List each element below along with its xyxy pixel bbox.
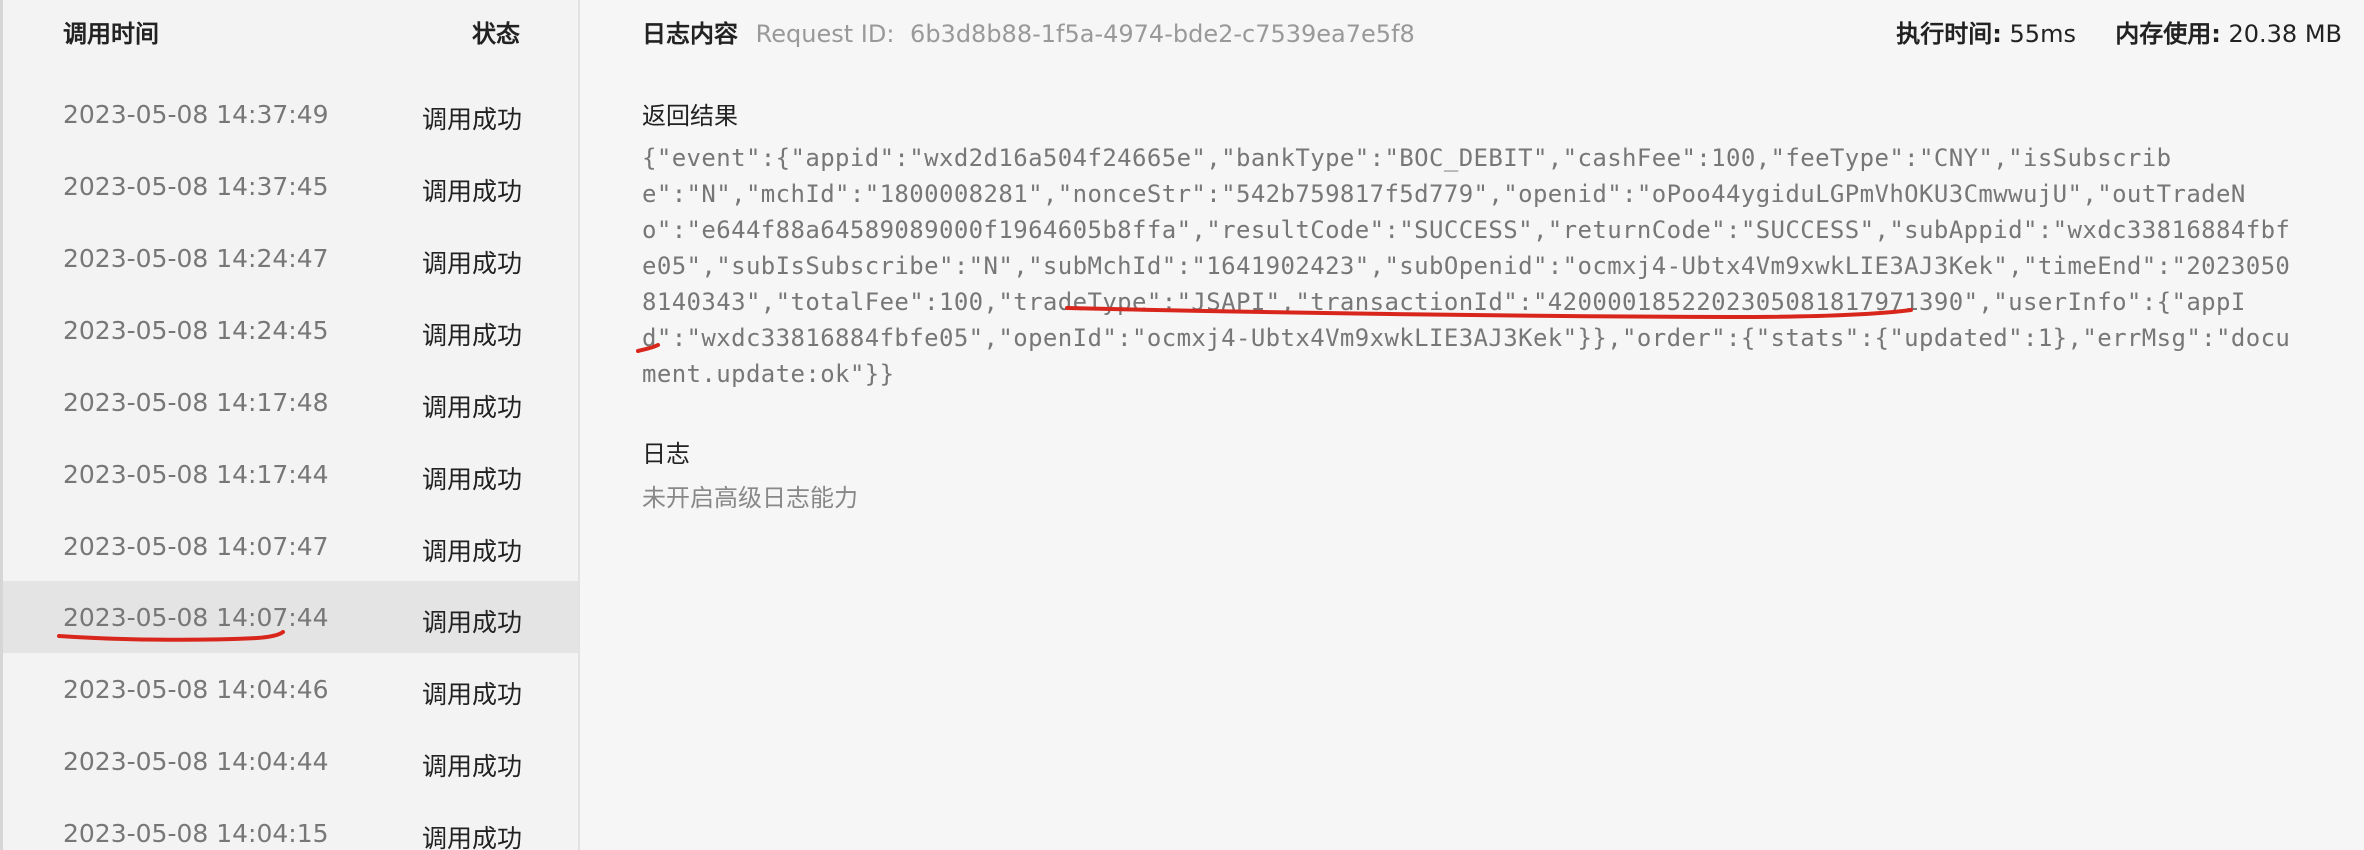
row-time: 2023-05-08 14:17:48 bbox=[63, 388, 329, 417]
row-time: 2023-05-08 14:04:44 bbox=[63, 747, 329, 776]
row-status: 调用成功 bbox=[421, 249, 522, 278]
column-header-time: 调用时间 bbox=[63, 20, 159, 48]
row-status: 调用成功 bbox=[421, 177, 522, 206]
row-status: 调用成功 bbox=[421, 105, 522, 134]
list-item[interactable]: 2023-05-08 14:24:47 调用成功 bbox=[3, 222, 578, 294]
result-section-title: 返回结果 bbox=[642, 102, 738, 130]
request-id-value[interactable]: 6b3d8b88-1f5a-4974-bde2-c7539ea7e5f8 bbox=[910, 20, 1415, 48]
red-annotation-marks bbox=[636, 306, 1913, 353]
list-item[interactable]: 2023-05-08 14:37:49 调用成功 bbox=[3, 78, 578, 150]
row-status: 调用成功 bbox=[421, 824, 522, 850]
row-status: 调用成功 bbox=[421, 393, 522, 422]
row-time: 2023-05-08 14:24:45 bbox=[63, 316, 329, 345]
memory-label: 内存使用: bbox=[2115, 20, 2221, 48]
row-time: 2023-05-08 14:24:47 bbox=[63, 244, 329, 273]
list-item-selected[interactable]: 2023-05-08 14:07:44 调用成功 bbox=[3, 581, 578, 653]
execution-metrics: 执行时间: 55ms 内存使用: 20.38 MB bbox=[1896, 14, 2342, 49]
log-header: 日志内容 Request ID: 6b3d8b88-1f5a-4974-bde2… bbox=[642, 14, 1415, 49]
list-item[interactable]: 2023-05-08 14:17:44 调用成功 bbox=[3, 438, 578, 510]
list-item[interactable]: 2023-05-08 14:04:46 调用成功 bbox=[3, 653, 578, 725]
row-status: 调用成功 bbox=[421, 608, 522, 637]
row-status: 调用成功 bbox=[421, 680, 522, 709]
request-id-label: Request ID: bbox=[755, 20, 895, 48]
list-item[interactable]: 2023-05-08 14:07:47 调用成功 bbox=[3, 510, 578, 582]
column-header-status: 状态 bbox=[472, 20, 520, 48]
row-time: 2023-05-08 14:37:45 bbox=[63, 172, 329, 201]
list-item[interactable]: 2023-05-08 14:04:15 调用成功 bbox=[3, 797, 578, 850]
memory-value: 20.38 MB bbox=[2228, 20, 2342, 48]
row-time: 2023-05-08 14:04:15 bbox=[63, 819, 329, 848]
list-item[interactable]: 2023-05-08 14:17:48 调用成功 bbox=[3, 366, 578, 438]
log-detail-panel: 日志内容 Request ID: 6b3d8b88-1f5a-4974-bde2… bbox=[580, 0, 2364, 850]
list-item[interactable]: 2023-05-08 14:24:45 调用成功 bbox=[3, 294, 578, 366]
row-status: 调用成功 bbox=[421, 537, 522, 566]
log-content-title: 日志内容 bbox=[642, 20, 738, 48]
log-disabled-note: 未开启高级日志能力 bbox=[642, 484, 858, 512]
row-status: 调用成功 bbox=[421, 752, 522, 781]
list-item[interactable]: 2023-05-08 14:04:44 调用成功 bbox=[3, 725, 578, 797]
row-status: 调用成功 bbox=[421, 465, 522, 494]
exec-time-label: 执行时间: bbox=[1896, 20, 2002, 48]
row-time: 2023-05-08 14:07:44 bbox=[63, 603, 329, 632]
row-time: 2023-05-08 14:07:47 bbox=[63, 532, 329, 561]
row-time: 2023-05-08 14:37:49 bbox=[63, 100, 329, 129]
row-time: 2023-05-08 14:17:44 bbox=[63, 460, 329, 489]
invocation-list-panel: 调用时间 状态 2023-05-08 14:37:49 调用成功 2023-05… bbox=[0, 0, 580, 850]
result-json-text[interactable]: {"event":{"appid":"wxd2d16a504f24665e","… bbox=[642, 140, 2302, 392]
list-header: 调用时间 状态 bbox=[3, 0, 578, 60]
list-item[interactable]: 2023-05-08 14:37:45 调用成功 bbox=[3, 150, 578, 222]
row-time: 2023-05-08 14:04:46 bbox=[63, 675, 329, 704]
exec-time-value: 55ms bbox=[2009, 20, 2076, 48]
row-status: 调用成功 bbox=[421, 321, 522, 350]
log-section-title: 日志 bbox=[642, 440, 690, 468]
